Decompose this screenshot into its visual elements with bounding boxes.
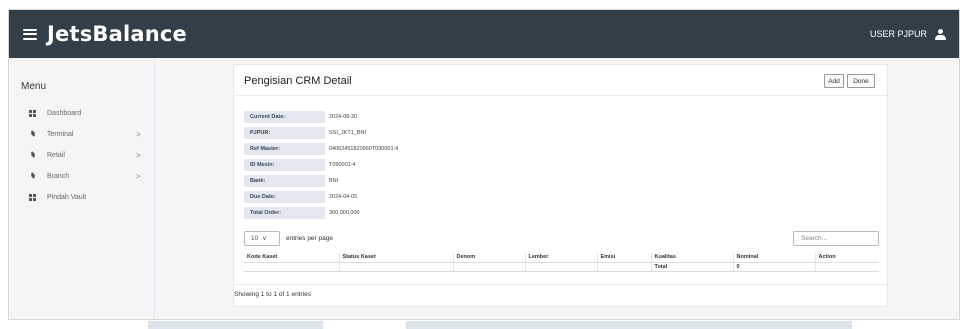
column-header[interactable]: Emisi (596, 253, 651, 263)
column-header[interactable]: Status Kaset (338, 253, 453, 263)
sidebar-item-label: Retail (47, 151, 65, 159)
app-logo[interactable]: JetsBalance (47, 22, 187, 46)
menu-title: Menu (21, 81, 47, 92)
divider (234, 284, 887, 285)
user-icon (935, 28, 946, 40)
column-header[interactable]: Lember (524, 253, 597, 263)
chevron-right-icon: > (136, 129, 141, 139)
detail-row-total-order: Total Order: 300,000,000 (244, 207, 494, 220)
grid-icon (29, 193, 36, 201)
layers-icon (29, 172, 36, 180)
detail-card: Pengisian CRM Detail Add Done Current Da… (233, 64, 888, 307)
detail-label: Current Date: (244, 111, 325, 123)
add-button[interactable]: Add (824, 74, 844, 88)
sidebar-item-label: Terminal (47, 130, 74, 138)
detail-label: ID Mesin: (244, 159, 325, 171)
main-content: Pengisian CRM Detail Add Done Current Da… (155, 58, 959, 319)
sidebar-item-pindah-vault[interactable]: Pindah Vault (9, 188, 155, 206)
divider (234, 95, 887, 96)
detail-label: Ref Master: (244, 143, 325, 155)
detail-value: 2024-04-05 (329, 194, 358, 200)
done-button[interactable]: Done (847, 74, 875, 88)
detail-row-pjpur: PJPUR: SSI_JKT1_BNI (244, 127, 494, 140)
column-header[interactable]: Nominal (732, 253, 815, 263)
detail-label: Due Date: (244, 191, 325, 203)
search-input[interactable]: Search... (793, 231, 879, 246)
sidebar-item-label: Branch (47, 172, 70, 180)
table-header-row: Kode Kaset Status Kaset Denom Lember Emi… (244, 253, 879, 263)
column-header: Action (814, 253, 879, 263)
sidebar-item-label: Dashboard (47, 109, 82, 117)
chevron-down-icon: ∨ (262, 236, 267, 242)
user-menu[interactable]: USER PJPUR (870, 10, 946, 58)
sidebar-item-retail[interactable]: Retail > (9, 146, 155, 164)
layers-icon (29, 130, 36, 138)
table-cell (452, 262, 525, 272)
detail-row-bank: Bank: BNI (244, 175, 494, 188)
sidebar-item-terminal[interactable]: Terminal > (9, 125, 155, 143)
page-length-select[interactable]: 10 ∨ (244, 231, 280, 246)
grid-icon (29, 109, 36, 117)
total-label: Total (650, 262, 733, 272)
table-cell (244, 262, 339, 272)
page-title: Pengisian CRM Detail (244, 75, 352, 87)
table-cell (814, 262, 879, 272)
chevron-right-icon: > (136, 171, 141, 181)
table-cell (338, 262, 453, 272)
detail-label: PJPUR: (244, 127, 325, 139)
detail-value: 2024-08-30 (329, 114, 358, 120)
chevron-right-icon: > (136, 150, 141, 160)
detail-value: 04062451820960T090001:4 (329, 146, 399, 152)
detail-row-due-date: Due Date: 2024-04-05 (244, 191, 494, 204)
user-label: USER PJPUR (869, 29, 927, 39)
scroll-strip (406, 321, 852, 329)
sidebar-item-label: Pindah Vault (47, 193, 87, 201)
sidebar: Menu Dashboard Terminal > Retail > Branc… (9, 58, 155, 319)
detail-row-current-date: Current Date: 2024-08-30 (244, 111, 494, 124)
detail-row-id-mesin: ID Mesin: T090001:4 (244, 159, 494, 172)
hamburger-menu-icon[interactable] (23, 28, 37, 40)
app-window: JetsBalance USER PJPUR Menu Dashboard Te… (8, 9, 960, 320)
sidebar-item-branch[interactable]: Branch > (9, 167, 155, 185)
table-cell (524, 262, 597, 272)
detail-label: Bank: (244, 175, 325, 187)
entries-per-page-label: entries per page (286, 235, 333, 242)
page-length-value: 10 (251, 235, 259, 242)
detail-value: T090001:4 (329, 162, 356, 168)
total-value: 0 (732, 262, 815, 272)
detail-row-ref-master: Ref Master: 04062451820960T090001:4 (244, 143, 494, 156)
scroll-strip (148, 321, 323, 329)
detail-value: SSI_JKT1_BNI (329, 130, 366, 136)
sidebar-item-dashboard[interactable]: Dashboard (9, 104, 155, 122)
table-cell (596, 262, 651, 272)
top-navbar: JetsBalance USER PJPUR (9, 10, 959, 58)
detail-label: Total Order: (244, 207, 325, 219)
showing-entries-text: Showing 1 to 1 of 1 entries (234, 291, 311, 298)
table-total-row: Total 0 (244, 262, 879, 272)
detail-value: 300,000,000 (329, 210, 360, 216)
column-header[interactable]: Kualitas (650, 253, 733, 263)
column-header[interactable]: Kode Kaset (244, 253, 339, 263)
column-header[interactable]: Denom (452, 253, 525, 263)
detail-value: BNI (329, 178, 339, 184)
cassette-table: Kode Kaset Status Kaset Denom Lember Emi… (244, 253, 879, 272)
layers-icon (29, 151, 36, 159)
